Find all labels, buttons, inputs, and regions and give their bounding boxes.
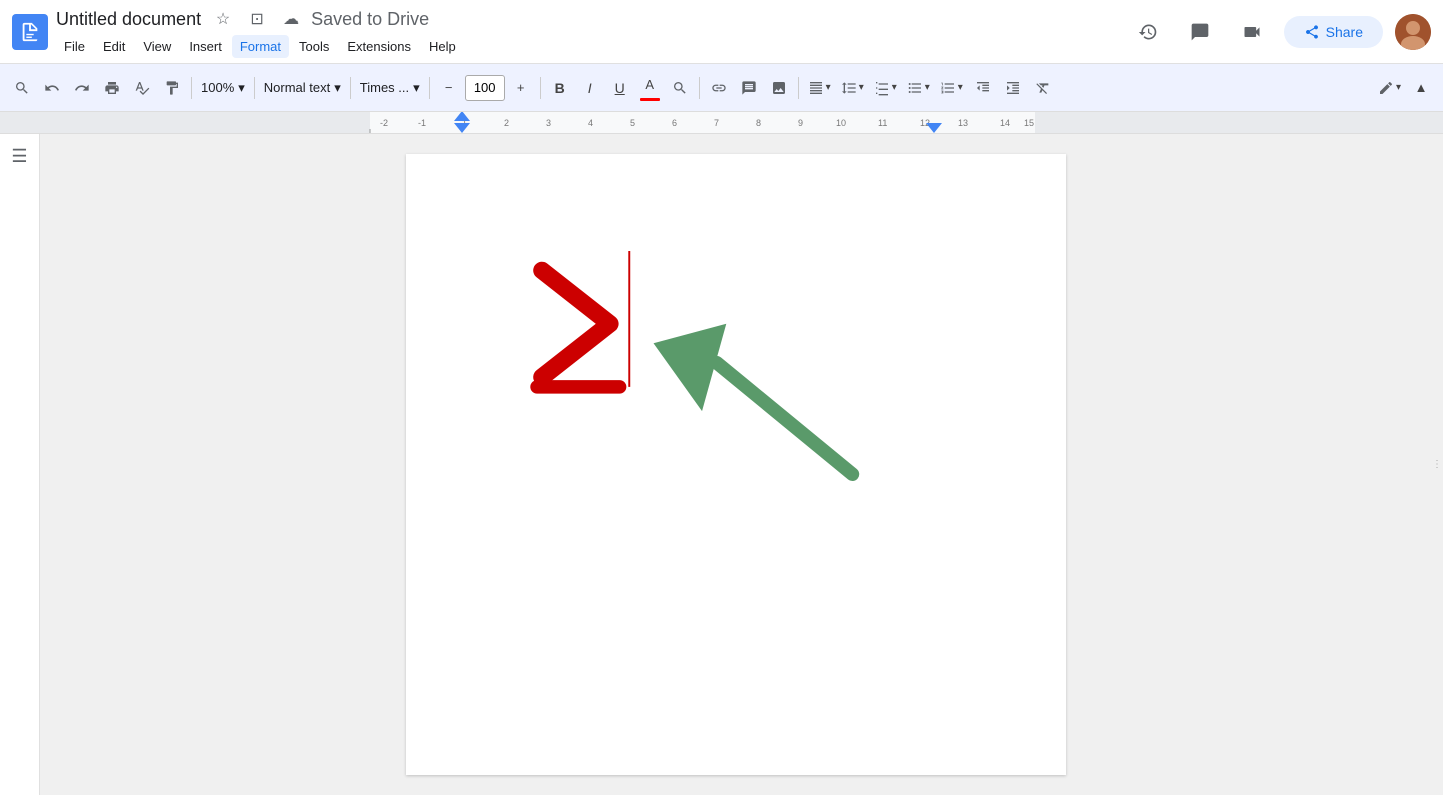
menu-help[interactable]: Help — [421, 35, 464, 58]
font-value: Times ... — [360, 80, 409, 95]
zoom-dropdown-icon: ▾ — [238, 80, 245, 96]
svg-text:3: 3 — [546, 118, 551, 128]
document-page[interactable] — [406, 154, 1066, 775]
svg-text:9: 9 — [798, 118, 803, 128]
google-docs-icon[interactable] — [12, 14, 48, 50]
font-color-btn[interactable]: A — [636, 72, 664, 104]
share-label: Share — [1326, 24, 1363, 40]
menu-bar: File Edit View Insert Format Tools Exten… — [56, 33, 1120, 58]
bullet-list-btn[interactable]: ▾ — [903, 72, 934, 104]
font-size-decrease[interactable]: − — [435, 72, 463, 104]
spellcheck-btn[interactable] — [128, 72, 156, 104]
sep6 — [699, 77, 700, 99]
title-section: Untitled document ☆ ⊡ ☁ Saved to Drive F… — [56, 5, 1120, 58]
paint-format-btn[interactable] — [158, 72, 186, 104]
outline-toggle[interactable]: ☰ — [11, 146, 27, 167]
svg-text:11: 11 — [878, 118, 887, 128]
user-avatar[interactable] — [1395, 14, 1431, 50]
line-spacing-btn[interactable]: ▾ — [837, 72, 868, 104]
menu-view[interactable]: View — [135, 35, 179, 58]
svg-text:15: 15 — [1024, 118, 1034, 128]
text-style-value: Normal text — [264, 80, 330, 95]
indent-increase-btn[interactable] — [999, 72, 1027, 104]
menu-edit[interactable]: Edit — [95, 35, 133, 58]
svg-text:4: 4 — [588, 118, 593, 128]
image-btn[interactable] — [765, 72, 793, 104]
italic-btn[interactable]: I — [576, 72, 604, 104]
meet-icon[interactable] — [1232, 12, 1272, 52]
title-icons: ☆ ⊡ ☁ Saved to Drive — [209, 5, 429, 33]
checklist-btn[interactable]: ▾ — [870, 72, 901, 104]
page-content-svg — [406, 154, 1066, 775]
sep7 — [798, 77, 799, 99]
sidebar: ☰ — [0, 134, 40, 795]
font-size-increase[interactable]: + — [507, 72, 535, 104]
collapse-toolbar-btn[interactable]: ▲ — [1407, 72, 1435, 104]
main-layout: ☰ ⋮ — [0, 134, 1443, 795]
toolbar: 100% ▾ Normal text ▾ Times ... ▾ − 100 +… — [0, 64, 1443, 112]
sep2 — [254, 77, 255, 99]
saved-text: Saved to Drive — [311, 9, 429, 30]
sep4 — [429, 77, 430, 99]
sep1 — [191, 77, 192, 99]
search-btn[interactable] — [8, 72, 36, 104]
sep5 — [540, 77, 541, 99]
align-btn[interactable]: ▾ — [804, 72, 835, 104]
text-style-dropdown-icon: ▾ — [334, 80, 341, 96]
menu-file[interactable]: File — [56, 35, 93, 58]
move-icon[interactable]: ⊡ — [243, 5, 271, 33]
highlight-btn[interactable] — [666, 72, 694, 104]
clear-format-btn[interactable] — [1029, 72, 1057, 104]
doc-title-row: Untitled document ☆ ⊡ ☁ Saved to Drive — [56, 5, 1120, 33]
comment-btn[interactable] — [735, 72, 763, 104]
svg-text:6: 6 — [672, 118, 677, 128]
print-btn[interactable] — [98, 72, 126, 104]
menu-insert[interactable]: Insert — [181, 35, 230, 58]
chat-icon[interactable] — [1180, 12, 1220, 52]
svg-text:2: 2 — [504, 118, 509, 128]
font-dropdown-icon: ▾ — [413, 80, 420, 96]
header-right: Share — [1128, 12, 1431, 52]
ruler-svg: -2 -1 1 2 3 4 5 6 7 8 9 10 11 12 13 14 1… — [0, 112, 1443, 133]
resize-handle[interactable]: ⋮ — [1431, 134, 1443, 795]
svg-text:14: 14 — [1000, 118, 1010, 128]
svg-text:13: 13 — [958, 118, 968, 128]
history-icon[interactable] — [1128, 12, 1168, 52]
star-icon[interactable]: ☆ — [209, 5, 237, 33]
svg-text:-2: -2 — [380, 118, 388, 128]
svg-text:8: 8 — [756, 118, 761, 128]
indent-decrease-btn[interactable] — [969, 72, 997, 104]
svg-text:-1: -1 — [418, 118, 426, 128]
share-button[interactable]: Share — [1284, 16, 1383, 48]
title-bar: Untitled document ☆ ⊡ ☁ Saved to Drive F… — [0, 0, 1443, 64]
svg-text:10: 10 — [836, 118, 846, 128]
doc-title-text[interactable]: Untitled document — [56, 9, 201, 30]
link-btn[interactable] — [705, 72, 733, 104]
undo-btn[interactable] — [38, 72, 66, 104]
cloud-icon[interactable]: ☁ — [277, 5, 305, 33]
font-selector[interactable]: Times ... ▾ — [356, 72, 424, 104]
bold-btn[interactable]: B — [546, 72, 574, 104]
svg-text:7: 7 — [714, 118, 719, 128]
svg-text:5: 5 — [630, 118, 635, 128]
zoom-selector[interactable]: 100% ▾ — [197, 72, 249, 104]
pen-tool-btn[interactable]: ▾ — [1374, 72, 1405, 104]
redo-btn[interactable] — [68, 72, 96, 104]
menu-format[interactable]: Format — [232, 35, 289, 58]
underline-btn[interactable]: U — [606, 72, 634, 104]
font-size-input[interactable]: 100 — [465, 75, 505, 101]
document-area[interactable] — [40, 134, 1431, 795]
sep3 — [350, 77, 351, 99]
text-style-selector[interactable]: Normal text ▾ — [260, 72, 345, 104]
zoom-value: 100% — [201, 80, 234, 95]
numbered-list-btn[interactable]: ▾ — [936, 72, 967, 104]
menu-tools[interactable]: Tools — [291, 35, 337, 58]
ruler: -2 -1 1 2 3 4 5 6 7 8 9 10 11 12 13 14 1… — [0, 112, 1443, 134]
menu-extensions[interactable]: Extensions — [339, 35, 419, 58]
